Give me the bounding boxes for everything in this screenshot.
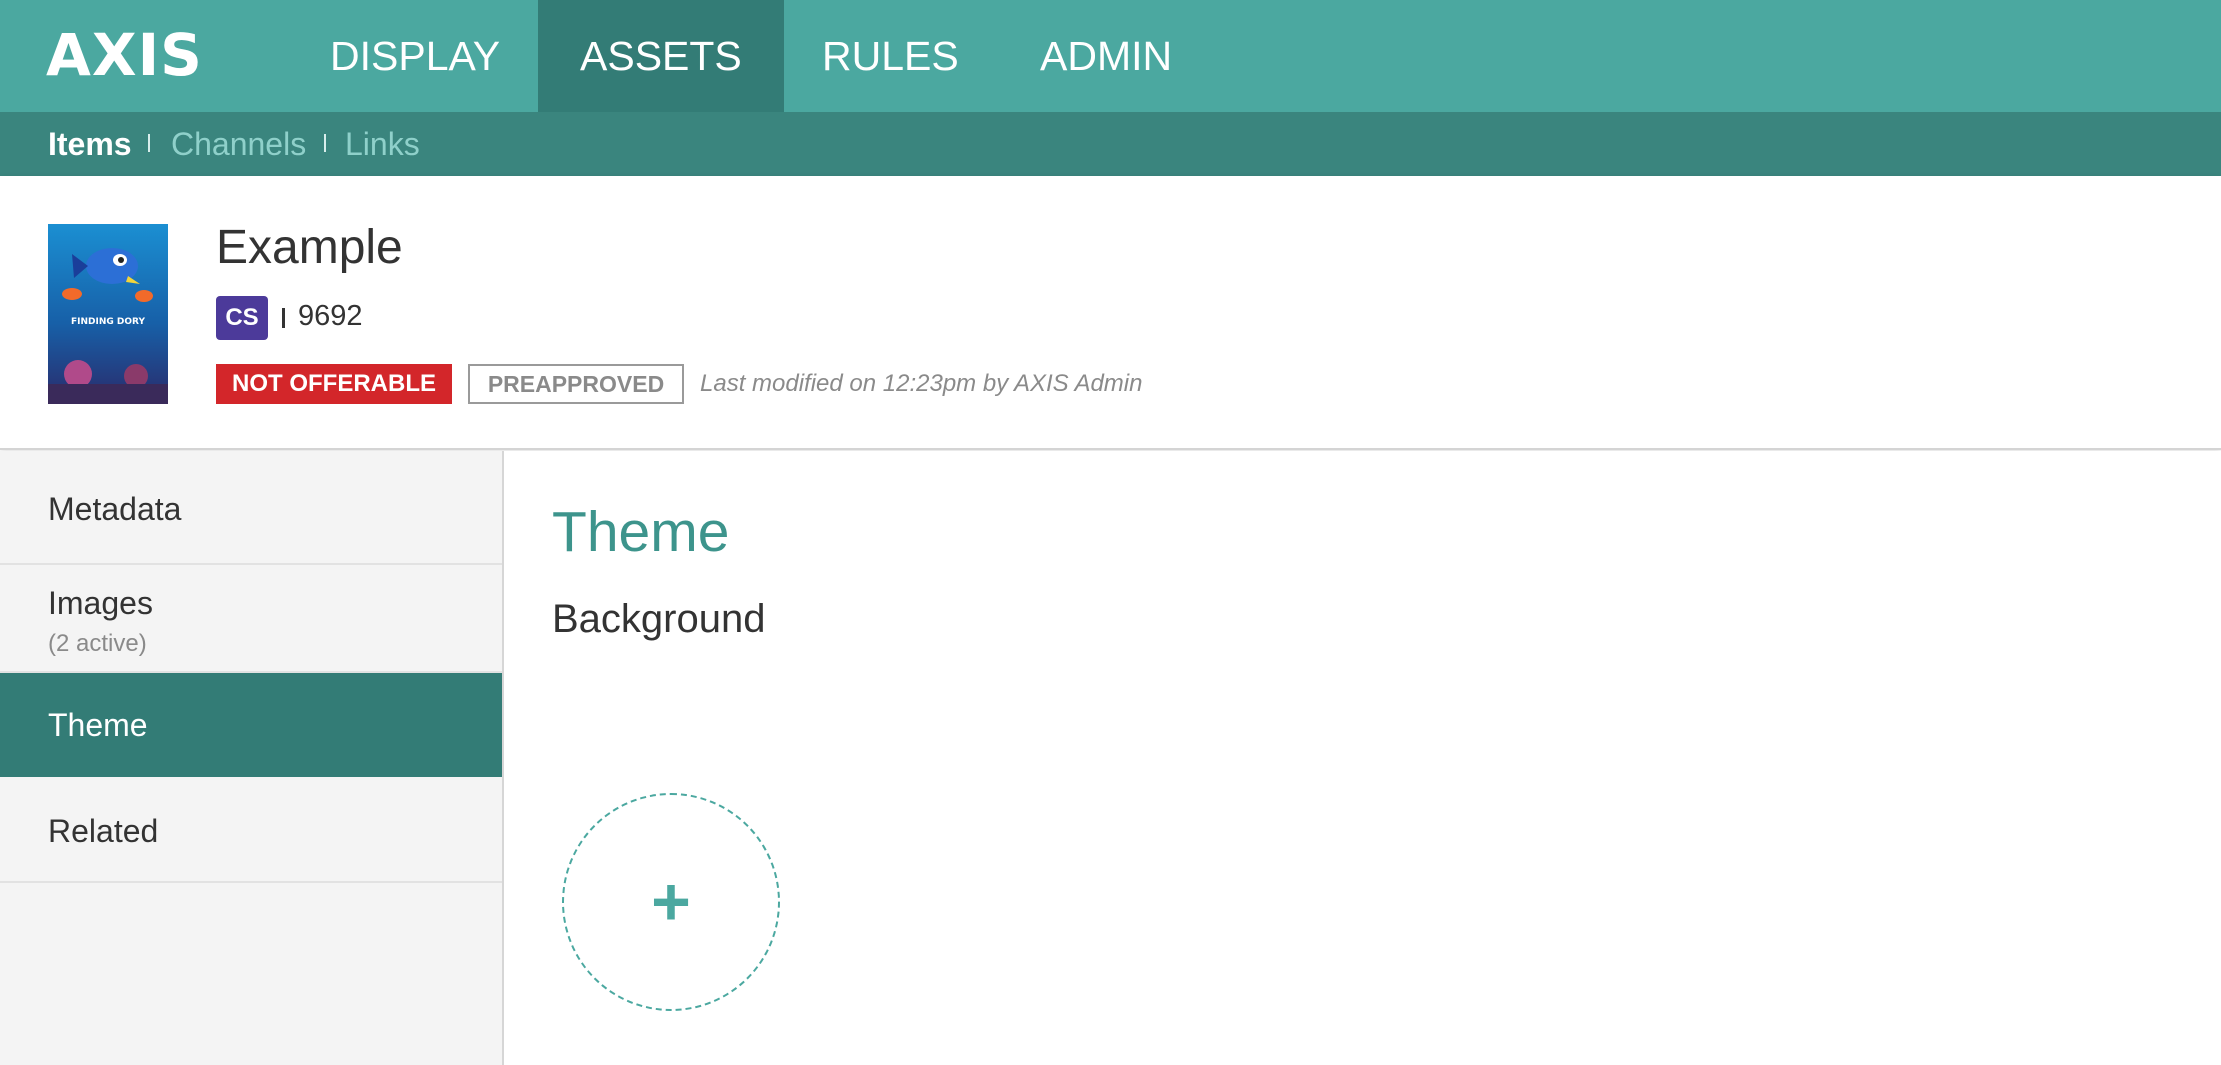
id-separator [282,308,285,328]
poster-text: FINDING DORY [71,317,145,327]
subnav-items[interactable]: Items [48,112,132,176]
sidebar-item-label: Theme [48,707,148,743]
axis-logo[interactable]: AXIS [46,26,216,84]
subnav-channels[interactable]: Channels [171,112,306,176]
nav-tab-rules[interactable]: RULES [780,0,1001,112]
sidebar-item-images[interactable]: Images (2 active) [0,565,502,673]
sidebar-item-sublabel: (2 active) [48,630,147,657]
subnav-separator [148,134,150,152]
sidebar-item-label: Images [48,585,153,621]
poster-image: FINDING DORY [48,224,168,404]
nav-tab-admin[interactable]: ADMIN [998,0,1214,112]
main-content: Theme Background + [504,451,2221,1065]
sidebar-item-theme[interactable]: Theme [0,673,502,777]
channel-badge: CS [216,296,268,340]
asset-header: FINDING DORY Example CS 9692 NOT OFFERAB… [0,176,2221,450]
plus-icon: + [651,864,691,940]
background-heading: Background [552,597,766,641]
sidebar-item-label: Related [48,813,159,849]
add-background-button[interactable]: + [562,793,780,1011]
nav-tab-assets[interactable]: ASSETS [538,0,784,112]
sidebar-item-metadata[interactable]: Metadata [0,451,502,565]
last-modified-text: Last modified on 12:23pm by AXIS Admin [700,370,1143,397]
nav-tab-display[interactable]: DISPLAY [288,0,542,112]
subnav-links[interactable]: Links [345,112,420,176]
section-title: Theme [552,500,730,564]
status-badge: NOT OFFERABLE [216,364,452,404]
sidebar-item-label: Metadata [48,491,182,527]
subnav-separator [324,134,326,152]
sidebar-item-related[interactable]: Related [0,777,502,883]
section-sidebar: Metadata Images (2 active) Theme Related [0,451,504,1065]
asset-title: Example [216,221,403,274]
asset-poster: FINDING DORY [48,224,168,404]
approval-badge: PREAPPROVED [468,364,684,404]
asset-id: 9692 [298,300,363,332]
top-nav-bar: AXIS DISPLAY ASSETS RULES ADMIN [0,0,2221,112]
sub-nav-bar: Items Channels Links [0,112,2221,176]
